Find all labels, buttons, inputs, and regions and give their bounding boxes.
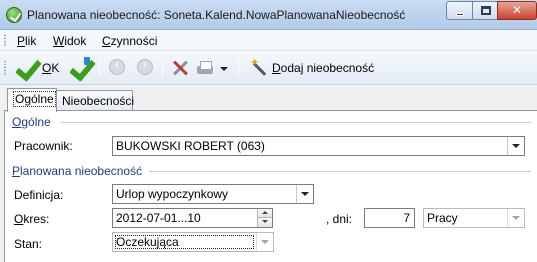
arrow-left-icon: ‹ xyxy=(109,59,125,75)
definition-value: Urlop wypoczynkowy xyxy=(116,187,229,201)
group-header-general: Ogólne xyxy=(12,115,51,129)
toolbar-separator xyxy=(162,59,163,77)
tab-absences[interactable]: Nieobecności xyxy=(56,90,134,111)
window-title: Planowana nieobecność: Soneta.Kalend.Now… xyxy=(27,8,406,22)
magic-wand-icon xyxy=(250,56,268,77)
spin-down-icon[interactable] xyxy=(257,218,272,227)
app-icon xyxy=(6,7,22,23)
status-label: Stan: xyxy=(14,237,43,251)
tab-general[interactable]: Ogólne xyxy=(7,88,57,112)
chevron-down-icon xyxy=(512,144,520,148)
spin-up-icon[interactable] xyxy=(257,209,272,218)
toolbar-separator xyxy=(99,59,100,77)
title-bar: Planowana nieobecność: Soneta.Kalend.Now… xyxy=(0,0,537,30)
menu-bar: Plik Widok Czynności xyxy=(0,30,537,51)
toolbar-separator xyxy=(238,59,239,77)
definition-label: Definicja: xyxy=(14,188,64,202)
close-icon: ✕ xyxy=(511,3,523,17)
day-type-value: Pracy xyxy=(427,211,458,225)
next-button[interactable]: › xyxy=(136,56,156,80)
day-type-combo[interactable]: Pracy xyxy=(423,208,525,228)
checkmark-save-icon xyxy=(68,57,90,79)
tab-panel-general: Ogólne Pracownik: BUKOWSKI ROBERT (063) … xyxy=(4,110,537,262)
tab-strip: Ogólne Nieobecności xyxy=(0,85,537,112)
add-absence-button[interactable]: Dodaj nieobecność xyxy=(248,56,378,80)
period-value: 2012-07-01...10 xyxy=(116,211,201,225)
printer-icon xyxy=(196,60,214,76)
maximize-button[interactable] xyxy=(472,1,498,20)
chevron-down-icon[interactable] xyxy=(220,67,228,71)
arrow-right-icon: › xyxy=(137,59,153,75)
close-button[interactable]: ✕ xyxy=(497,1,537,20)
days-field[interactable]: 7 xyxy=(364,208,415,228)
tools-icon xyxy=(171,59,189,77)
checkmark-icon xyxy=(14,57,36,79)
toolbar: OK ‹ › Dodaj nieobecność xyxy=(0,51,537,85)
definition-dropdown-button[interactable] xyxy=(296,185,313,203)
group-divider xyxy=(61,122,531,123)
minimize-icon xyxy=(456,13,464,16)
toolbar-grip[interactable] xyxy=(3,60,7,76)
employee-dropdown-button[interactable] xyxy=(507,137,524,155)
menu-file[interactable]: Plik xyxy=(13,33,40,49)
maximize-icon xyxy=(481,6,491,15)
period-label: Okres: xyxy=(14,212,50,226)
definition-combo[interactable]: Urlop wypoczynkowy xyxy=(112,184,314,204)
status-dropdown-button[interactable] xyxy=(256,233,273,251)
chevron-down-icon xyxy=(512,216,520,220)
status-value: Oczekująca xyxy=(116,235,179,249)
group-header-planned-absence: Planowana nieobecność xyxy=(12,164,143,178)
menu-actions[interactable]: Czynności xyxy=(98,33,161,49)
employee-value: BUKOWSKI ROBERT (063) xyxy=(116,139,265,153)
tools-button[interactable] xyxy=(169,56,191,80)
print-button[interactable] xyxy=(194,56,230,80)
save-apply-button[interactable] xyxy=(68,56,94,80)
day-type-dropdown-button[interactable] xyxy=(507,209,524,227)
ok-button[interactable]: OK xyxy=(14,56,64,80)
employee-label: Pracownik: xyxy=(14,139,73,153)
status-combo[interactable]: Oczekująca xyxy=(112,232,274,252)
menu-grip[interactable] xyxy=(3,34,7,47)
group-divider xyxy=(149,171,531,172)
period-field[interactable]: 2012-07-01...10 xyxy=(112,208,273,228)
employee-combo[interactable]: BUKOWSKI ROBERT (063) xyxy=(112,136,525,156)
days-value: 7 xyxy=(403,211,410,225)
previous-button[interactable]: ‹ xyxy=(108,56,128,80)
menu-view[interactable]: Widok xyxy=(49,33,90,49)
chevron-down-icon xyxy=(301,192,309,196)
days-label: , dni: xyxy=(326,212,353,226)
chevron-down-icon xyxy=(261,240,269,244)
minimize-button[interactable] xyxy=(446,1,473,20)
